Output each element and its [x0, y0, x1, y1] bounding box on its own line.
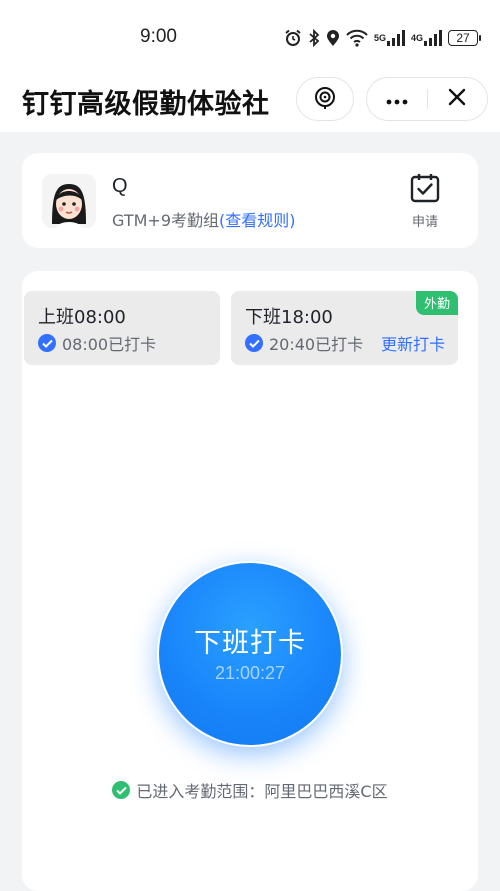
signal-4g-icon: 4G: [411, 30, 442, 46]
location-text: 已进入考勤范围：阿里巴巴西溪C区: [136, 782, 388, 801]
close-icon: [448, 88, 466, 110]
alarm-icon: [284, 29, 302, 47]
capsule-menu: [366, 77, 488, 121]
network-label-2: 4G: [410, 33, 423, 43]
shift-card-clock-out[interactable]: 下班18:00 外勤 20:40已打卡 更新打卡: [231, 291, 458, 365]
bluetooth-icon: [308, 29, 320, 47]
shift-card-clock-in[interactable]: 上班08:00 08:00已打卡: [24, 291, 220, 365]
battery-icon: 27: [448, 30, 481, 46]
more-icon: [386, 90, 408, 109]
punch-label: 下班打卡: [194, 628, 306, 659]
group-name: GTM+9考勤组: [112, 211, 219, 230]
wifi-icon: [346, 29, 368, 47]
apply-label: 申请: [411, 215, 438, 230]
apply-button[interactable]: 申请: [400, 173, 450, 230]
shift-status-text: 08:00已打卡: [62, 335, 157, 354]
more-button[interactable]: [367, 78, 427, 120]
shift-status: 20:40已打卡 更新打卡: [245, 331, 445, 355]
shift-status: 08:00已打卡: [38, 331, 156, 355]
status-time: 9:00: [140, 26, 177, 47]
close-button[interactable]: [427, 78, 487, 120]
shift-status-text: 20:40已打卡: [269, 335, 364, 354]
location-status: 已进入考勤范围：阿里巴巴西溪C区: [22, 778, 478, 802]
avatar: [42, 174, 96, 228]
miniapp-icon: [313, 85, 337, 113]
calendar-check-icon: [410, 174, 440, 207]
user-name: Q: [112, 175, 128, 197]
status-bar: 9:00 5G 4G 27: [0, 0, 500, 72]
update-punch-link[interactable]: 更新打卡: [381, 331, 445, 355]
title-bar: 钉钉高级假勤体验社: [0, 72, 500, 132]
punch-card: 上班08:00 08:00已打卡 下班18:00 外勤 20:40已打卡 更新打…: [22, 271, 478, 891]
signal-5g-icon: 5G: [374, 30, 405, 46]
attendance-group: GTM+9考勤组(查看规则): [112, 207, 296, 231]
page-title: 钉钉高级假勤体验社: [22, 89, 270, 120]
shift-title: 下班18:00: [245, 307, 333, 328]
outside-work-badge: 外勤: [415, 291, 458, 315]
view-rules-link[interactable]: (查看规则): [219, 211, 296, 230]
punch-time: 21:00:27: [214, 663, 286, 683]
status-icons: 5G 4G 27: [284, 27, 481, 49]
check-icon: [38, 334, 56, 352]
user-card: Q GTM+9考勤组(查看规则) 申请: [22, 153, 478, 248]
location-icon: [326, 29, 340, 47]
check-icon: [245, 334, 263, 352]
check-circle-icon: [112, 781, 131, 799]
miniapp-button[interactable]: [296, 77, 354, 121]
shift-title: 上班08:00: [38, 307, 126, 328]
punch-out-button[interactable]: 下班打卡 21:00:27: [159, 563, 341, 745]
network-label-1: 5G: [373, 33, 386, 43]
